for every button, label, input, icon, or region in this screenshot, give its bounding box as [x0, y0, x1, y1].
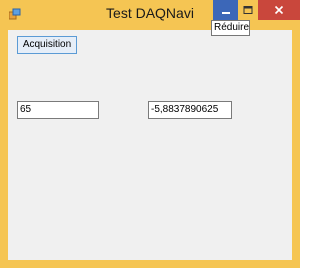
value-field-2[interactable]: -5,8837890625 — [148, 101, 232, 119]
close-button[interactable] — [258, 0, 300, 20]
minimize-button[interactable] — [213, 0, 238, 20]
app-window-icon — [9, 8, 21, 20]
form-client-area: Acquisition 65 -5,8837890625 — [8, 30, 292, 260]
minimize-icon — [221, 12, 230, 14]
maximize-button[interactable] — [238, 0, 258, 20]
minimize-tooltip: Réduire — [211, 20, 250, 36]
value-field-1[interactable]: 65 — [17, 101, 99, 119]
app-window: Test DAQNavi Réduire Acquisition 65 -5,8… — [0, 0, 300, 268]
close-icon — [274, 5, 284, 15]
maximize-icon — [243, 6, 253, 14]
acquisition-button[interactable]: Acquisition — [17, 36, 77, 54]
title-bar[interactable]: Test DAQNavi — [0, 0, 300, 30]
